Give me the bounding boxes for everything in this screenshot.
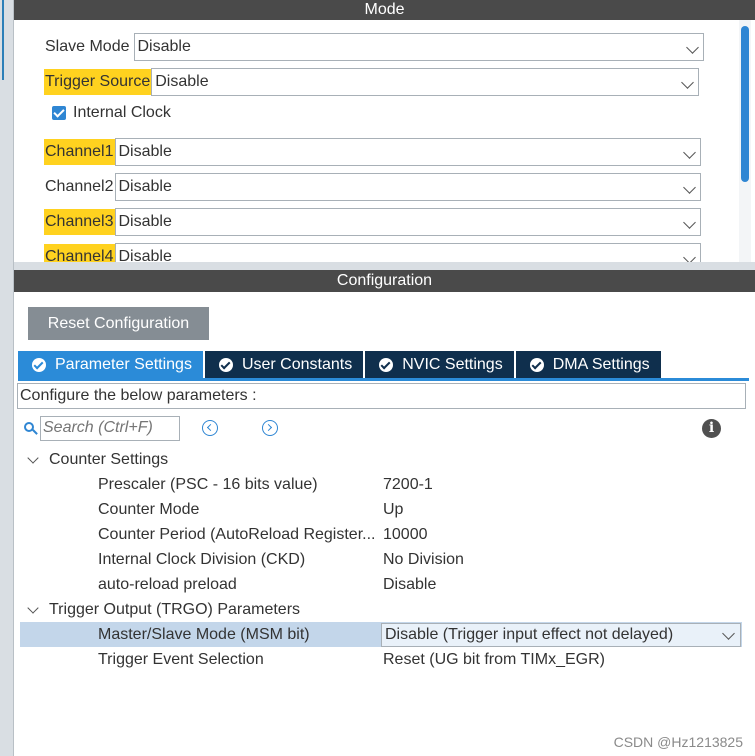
param-row[interactable]: Internal Clock Division (CKD) No Divisio… [14,547,742,572]
internal-clock-checkbox[interactable] [52,106,66,120]
tab-label: DMA Settings [552,356,650,373]
channel2-row: Channel2 Disable [44,173,701,201]
previous-result-icon[interactable] [202,420,218,436]
slave-mode-label: Slave Mode [45,38,130,55]
param-value[interactable]: Reset (UG bit from TIMx_EGR) [383,647,605,672]
tab-label: User Constants [241,356,353,373]
channel1-value: Disable [118,143,172,160]
param-name: Prescaler (PSC - 16 bits value) [98,476,318,493]
param-name: Counter Mode [98,501,200,518]
app-window: Mode Slave Mode Disable Trigger Source D… [0,0,755,756]
check-circle-icon [32,358,46,372]
param-row[interactable]: Counter Period (AutoReload Register... 1… [14,522,742,547]
param-value[interactable]: No Division [383,547,464,572]
group-title: Trigger Output (TRGO) Parameters [49,601,301,618]
chevron-down-icon [682,216,696,229]
internal-clock-label: Internal Clock [73,104,171,121]
mode-scrollbar-thumb[interactable] [741,26,749,182]
param-value[interactable]: Up [383,497,403,522]
param-name: Master/Slave Mode (MSM bit) [98,626,310,643]
trigger-source-row: Trigger Source Disable [44,68,700,96]
group-title: Counter Settings [49,451,169,468]
tab-dma-settings[interactable]: DMA Settings [515,351,661,379]
channel1-label: Channel1 [44,139,115,165]
parameters-description: Configure the below parameters : [17,383,746,409]
channel1-select[interactable]: Disable [114,138,701,166]
tab-parameter-settings[interactable]: Parameter Settings [18,351,203,379]
param-row-selected[interactable]: Master/Slave Mode (MSM bit) [14,622,381,647]
reset-configuration-button[interactable]: Reset Configuration [28,307,209,340]
param-row[interactable]: Trigger Event Selection Reset (UG bit fr… [14,647,742,672]
channel2-value: Disable [118,178,172,195]
chevron-down-icon [681,76,695,89]
trigger-source-select[interactable]: Disable [151,68,700,96]
tab-underline [18,378,749,381]
param-row[interactable]: Counter Mode Up [14,497,742,522]
channel2-select[interactable]: Disable [114,173,701,201]
param-name: Counter Period (AutoReload Register... [98,526,376,543]
configuration-panel: Configuration Reset Configuration Parame… [14,270,755,756]
search-row [24,415,180,441]
trigger-source-label: Trigger Source [44,69,152,95]
chevron-down-icon[interactable] [27,451,39,464]
channel4-select[interactable]: Disable [114,243,701,262]
channel1-row: Channel1 Disable [44,138,701,166]
param-row[interactable]: Prescaler (PSC - 16 bits value) 7200-1 [14,472,742,497]
param-name: auto-reload preload [98,576,237,593]
channel4-value: Disable [118,248,172,262]
chevron-down-icon [722,627,735,640]
search-input[interactable] [40,415,180,441]
slave-mode-value: Disable [137,38,191,55]
param-value: Disable (Trigger input effect not delaye… [385,626,674,643]
channel4-label: Channel4 [44,244,115,262]
slave-mode-row: Slave Mode Disable [44,33,704,61]
chevron-down-icon [682,181,696,194]
mode-header: Mode [14,0,755,20]
chevron-down-icon [682,146,696,159]
check-circle-icon [529,358,544,372]
tab-label: Parameter Settings [55,356,192,373]
trigger-source-value: Disable [155,73,209,90]
param-row[interactable]: auto-reload preload Disable [14,572,742,597]
panel-divider[interactable] [14,262,755,270]
param-value[interactable]: 10000 [383,522,428,547]
group-counter-settings[interactable]: Counter Settings [26,447,168,472]
tab-user-constants[interactable]: User Constants [204,351,364,379]
msm-mode-select[interactable]: Disable (Trigger input effect not delaye… [381,623,741,647]
channel3-value: Disable [118,213,172,230]
left-border [0,0,14,756]
tab-label: NVIC Settings [402,356,503,373]
param-value[interactable]: Disable [383,572,436,597]
left-accent [2,0,4,80]
param-name: Internal Clock Division (CKD) [98,551,306,568]
channel4-row: Channel4 Disable [44,243,701,262]
slave-mode-select[interactable]: Disable [133,33,704,61]
chevron-down-icon[interactable] [27,601,39,614]
chevron-down-icon [682,251,696,262]
internal-clock-row[interactable]: Internal Clock [52,104,171,122]
next-result-icon[interactable] [262,420,278,436]
channel3-row: Channel3 Disable [44,208,701,236]
group-trigger-output[interactable]: Trigger Output (TRGO) Parameters [26,597,300,622]
param-name: Trigger Event Selection [98,651,264,668]
chevron-down-icon [685,41,699,54]
watermark: CSDN @Hz1213825 [613,734,743,750]
check-circle-icon [218,358,233,372]
channel3-select[interactable]: Disable [114,208,701,236]
info-icon[interactable]: i [702,419,721,438]
param-value[interactable]: 7200-1 [383,472,433,497]
tab-nvic-settings[interactable]: NVIC Settings [365,351,514,379]
configuration-header: Configuration [14,270,755,292]
search-icon [24,421,38,435]
channel3-label: Channel3 [44,209,115,235]
check-circle-icon [379,358,394,372]
config-tabs: Parameter Settings User Constants NVIC S… [18,351,663,379]
mode-panel: Mode Slave Mode Disable Trigger Source D… [14,0,755,262]
channel2-label: Channel2 [45,178,114,195]
